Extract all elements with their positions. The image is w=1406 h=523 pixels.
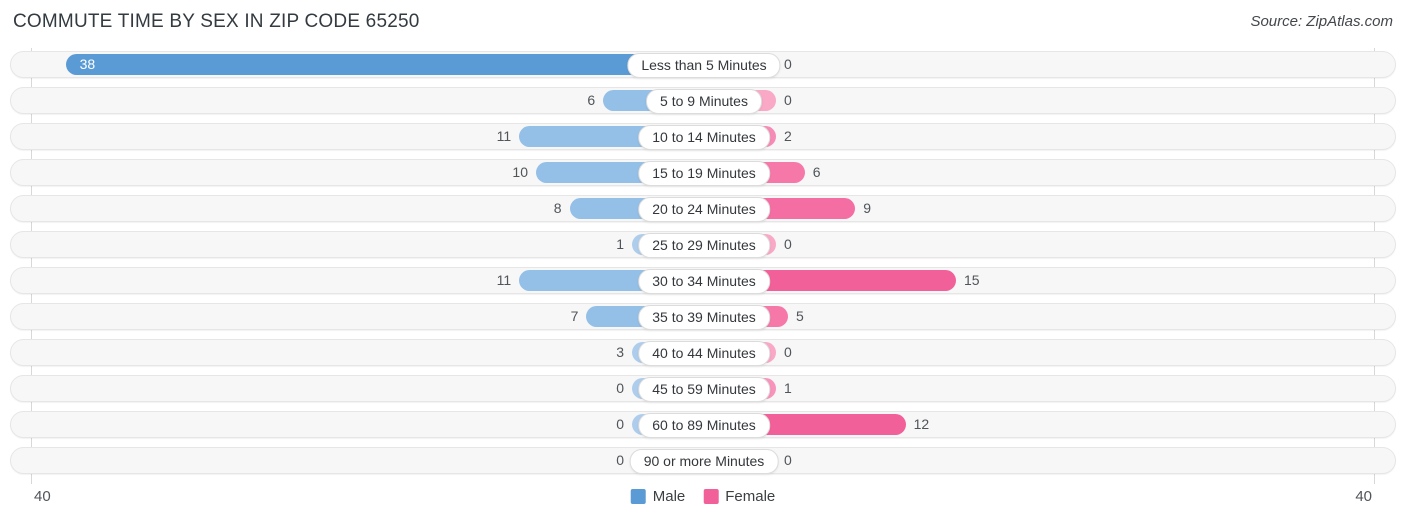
chart-header: COMMUTE TIME BY SEX IN ZIP CODE 65250 So…: [0, 0, 1406, 45]
row-bars: 10 6 15 to 19 Minutes: [11, 160, 1395, 186]
bar-value-male: 6: [587, 92, 596, 108]
table-row[interactable]: 0 12 60 to 89 Minutes: [10, 411, 1396, 438]
table-row[interactable]: 11 2 10 to 14 Minutes: [10, 123, 1396, 150]
category-label: 35 to 39 Minutes: [638, 305, 770, 330]
bar-value-female: 2: [784, 128, 792, 144]
bar-value-female: 12: [913, 416, 930, 432]
axis-tick-right: 40: [1355, 488, 1372, 505]
legend-swatch-male-icon: [630, 489, 646, 504]
bar-value-female: 15: [964, 272, 980, 288]
page-title: COMMUTE TIME BY SEX IN ZIP CODE 65250: [13, 11, 420, 32]
bar-value-male: 10: [512, 164, 528, 180]
bar-value-male: 11: [496, 272, 512, 288]
bar-value-male: 1: [616, 236, 624, 252]
legend-swatch-female-icon: [703, 489, 719, 504]
row-bars: 1 0 25 to 29 Minutes: [11, 232, 1395, 258]
bar-value-female: 9: [863, 200, 871, 216]
table-row[interactable]: 11 15 30 to 34 Minutes: [10, 267, 1396, 294]
bar-value-female: 0: [784, 92, 792, 108]
source-attribution: Source: ZipAtlas.com: [1250, 13, 1393, 30]
category-label: 10 to 14 Minutes: [638, 125, 770, 150]
table-row[interactable]: 38 0 Less than 5 Minutes: [10, 51, 1396, 78]
bar-value-female: 6: [812, 164, 821, 180]
category-label: 5 to 9 Minutes: [646, 89, 762, 114]
row-bars: 0 12 60 to 89 Minutes: [11, 412, 1395, 438]
row-bars: 3 0 40 to 44 Minutes: [11, 340, 1395, 366]
bar-value-female: 0: [784, 56, 792, 72]
bar-value-female: 0: [784, 344, 792, 360]
row-bars: 0 0 90 or more Minutes: [11, 448, 1395, 474]
bar-value-male: 0: [616, 416, 624, 432]
row-bars: 8 9 20 to 24 Minutes: [11, 196, 1395, 222]
legend-label-male: Male: [652, 488, 686, 505]
table-row[interactable]: 0 1 45 to 59 Minutes: [10, 375, 1396, 402]
row-bars: 11 15 30 to 34 Minutes: [11, 268, 1395, 294]
bar-value-male: 11: [496, 128, 512, 144]
legend-item-female[interactable]: Female: [703, 488, 775, 505]
bar-value-female: 0: [784, 452, 792, 468]
chart-legend: Male Female: [630, 488, 775, 505]
table-row[interactable]: 10 6 15 to 19 Minutes: [10, 159, 1396, 186]
bar-value-female: 5: [796, 308, 804, 324]
axis-tick-left: 40: [34, 488, 51, 505]
category-label: 15 to 19 Minutes: [638, 161, 770, 186]
row-bars: 7 5 35 to 39 Minutes: [11, 304, 1395, 330]
bar-value-male: 0: [616, 380, 624, 396]
bar-value-male: 7: [570, 308, 579, 324]
category-label: 40 to 44 Minutes: [638, 341, 770, 366]
category-label: 25 to 29 Minutes: [638, 233, 770, 258]
table-row[interactable]: 7 5 35 to 39 Minutes: [10, 303, 1396, 330]
row-bars: 38 0 Less than 5 Minutes: [11, 52, 1395, 78]
bar-value-female: 1: [784, 380, 792, 396]
row-bars: 0 1 45 to 59 Minutes: [11, 376, 1395, 402]
bar-value-male: 38: [79, 56, 96, 72]
legend-item-male[interactable]: Male: [630, 488, 686, 505]
bar-value-male: 8: [553, 200, 562, 216]
category-label: 20 to 24 Minutes: [638, 197, 770, 222]
category-label: Less than 5 Minutes: [627, 53, 781, 78]
table-row[interactable]: 3 0 40 to 44 Minutes: [10, 339, 1396, 366]
bar-value-male: 0: [616, 452, 624, 468]
row-bars: 11 2 10 to 14 Minutes: [11, 124, 1395, 150]
table-row[interactable]: 1 0 25 to 29 Minutes: [10, 231, 1396, 258]
category-label: 45 to 59 Minutes: [638, 377, 770, 402]
category-label: 30 to 34 Minutes: [638, 269, 770, 294]
table-row[interactable]: 0 0 90 or more Minutes: [10, 447, 1396, 474]
row-bars: 6 0 5 to 9 Minutes: [11, 88, 1395, 114]
table-row[interactable]: 8 9 20 to 24 Minutes: [10, 195, 1396, 222]
bar-male[interactable]: [65, 54, 704, 75]
chart-footer: 40 Male Female 40: [0, 484, 1406, 523]
bar-value-female: 0: [784, 236, 792, 252]
category-label: 90 or more Minutes: [629, 449, 779, 474]
legend-label-female: Female: [725, 488, 776, 505]
bar-value-male: 3: [616, 344, 624, 360]
chart-plot-area: 38 0 Less than 5 Minutes 6 0 5 to 9 Minutes 11…: [0, 48, 1406, 484]
table-row[interactable]: 6 0 5 to 9 Minutes: [10, 87, 1396, 114]
category-label: 60 to 89 Minutes: [638, 413, 770, 438]
